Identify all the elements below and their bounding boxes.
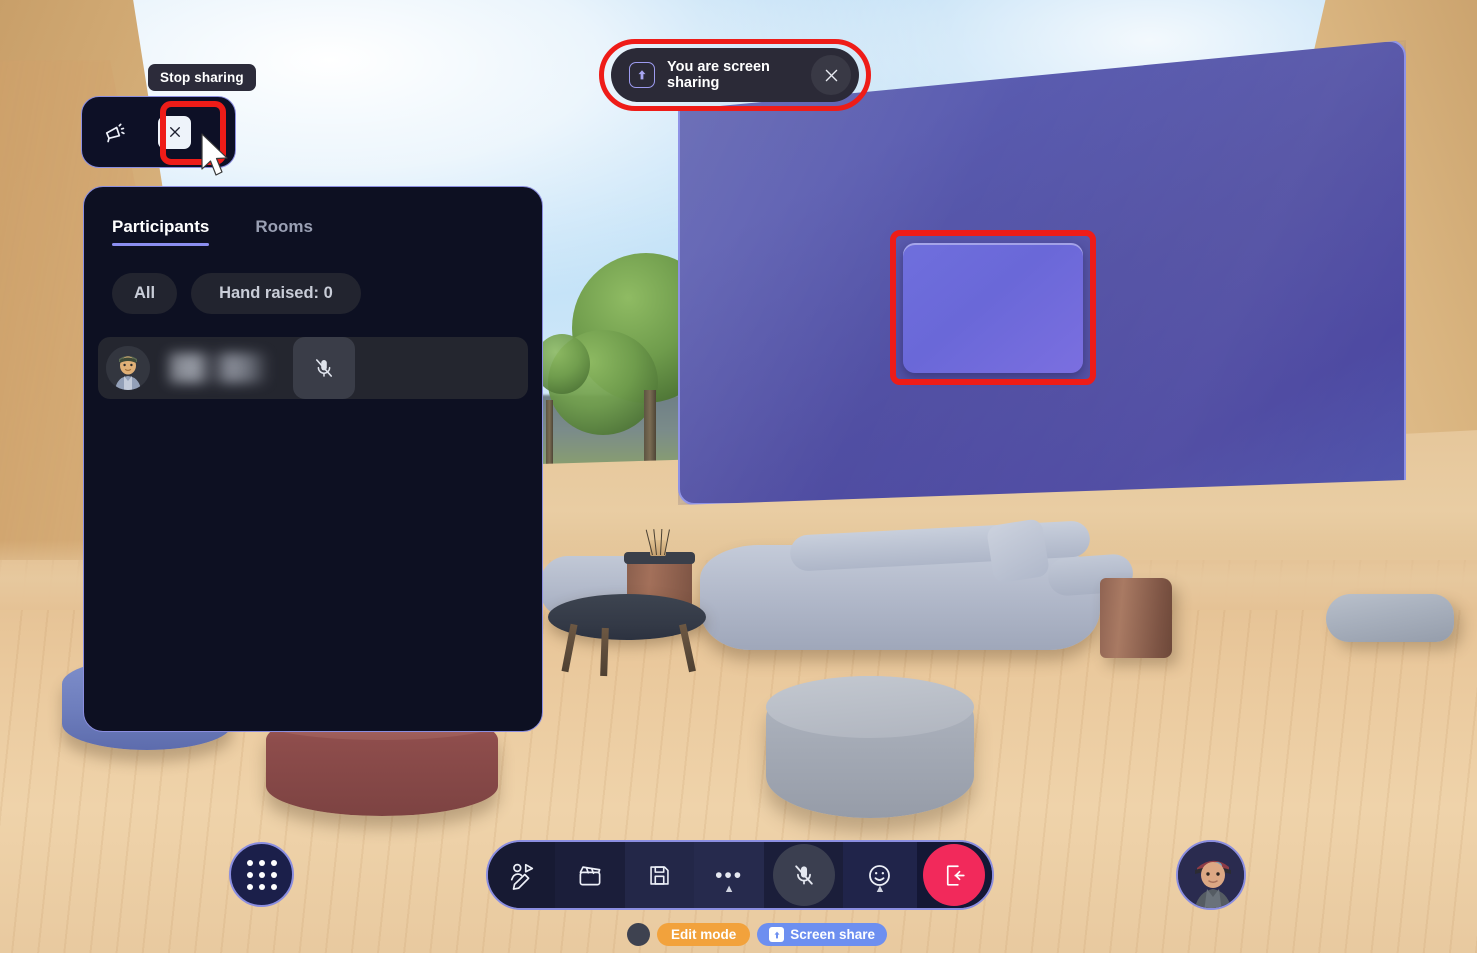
banner-close-button[interactable]: [811, 55, 851, 95]
tab-participants[interactable]: Participants: [112, 217, 210, 246]
decorative-rock: [1326, 594, 1454, 642]
participant-row[interactable]: [98, 337, 528, 399]
wooden-stump-stool: [1100, 578, 1172, 658]
grid-dots-icon: [246, 859, 277, 890]
participant-name-redacted: [166, 353, 281, 383]
screen-share-up-arrow-icon: [629, 62, 655, 88]
avatar-edit-icon: [510, 863, 533, 890]
chevron-up-icon: ▲: [723, 883, 735, 895]
badge-edit-mode[interactable]: Edit mode: [657, 923, 751, 946]
badge-screen-share-label: Screen share: [790, 927, 876, 942]
filter-chip-hand-raised[interactable]: Hand raised: 0: [191, 273, 361, 314]
participants-panel: Participants Rooms All Hand raised: 0: [83, 186, 543, 732]
user-avatar[interactable]: [1176, 840, 1246, 910]
stop-sharing-tooltip: Stop sharing: [148, 64, 256, 91]
screen-share-small-icon: [769, 927, 785, 942]
leave-door-icon: [923, 844, 986, 906]
floppy-disk-icon: [650, 865, 669, 885]
mic-off-icon: [772, 844, 835, 906]
banner-text: You are screen sharing: [667, 59, 770, 91]
round-ottoman-top: [766, 676, 974, 738]
status-dot: [627, 923, 650, 946]
panel-filter-chips: All Hand raised: 0: [84, 246, 542, 314]
sofa-cushion: [985, 517, 1051, 585]
status-badges: Edit mode Screen share: [627, 923, 888, 946]
stop-sharing-button[interactable]: [158, 115, 191, 149]
toolbar-button-customize-avatar[interactable]: [488, 842, 556, 908]
megaphone-icon[interactable]: [82, 119, 144, 146]
chevron-up-icon: ▲: [874, 883, 886, 895]
participant-mic-off-icon[interactable]: [293, 337, 355, 399]
upload-placeholder-card[interactable]: [903, 243, 1083, 373]
screen-sharing-banner: You are screen sharing: [611, 48, 859, 102]
mouse-pointer-icon: [201, 133, 228, 176]
badge-screen-share[interactable]: Screen share: [757, 923, 888, 946]
toolbar-button-microphone[interactable]: [763, 842, 844, 908]
apps-grid-button[interactable]: [229, 842, 294, 907]
clapperboard-icon: [579, 866, 601, 886]
toolbar-button-save[interactable]: [624, 842, 695, 908]
panel-tabs: Participants Rooms: [84, 187, 542, 246]
toolbar-button-more[interactable]: ••• ▲: [694, 842, 764, 908]
reed-sticks: [645, 525, 670, 556]
participant-avatar: [106, 346, 150, 390]
toolbar-button-reactions[interactable]: ▲: [843, 842, 917, 908]
toolbar-button-leave[interactable]: [916, 842, 992, 908]
tab-rooms[interactable]: Rooms: [255, 217, 313, 246]
main-toolbar: ••• ▲ ▲: [486, 840, 994, 910]
toolbar-button-scenes[interactable]: [555, 842, 625, 908]
filter-chip-all[interactable]: All: [112, 273, 178, 314]
